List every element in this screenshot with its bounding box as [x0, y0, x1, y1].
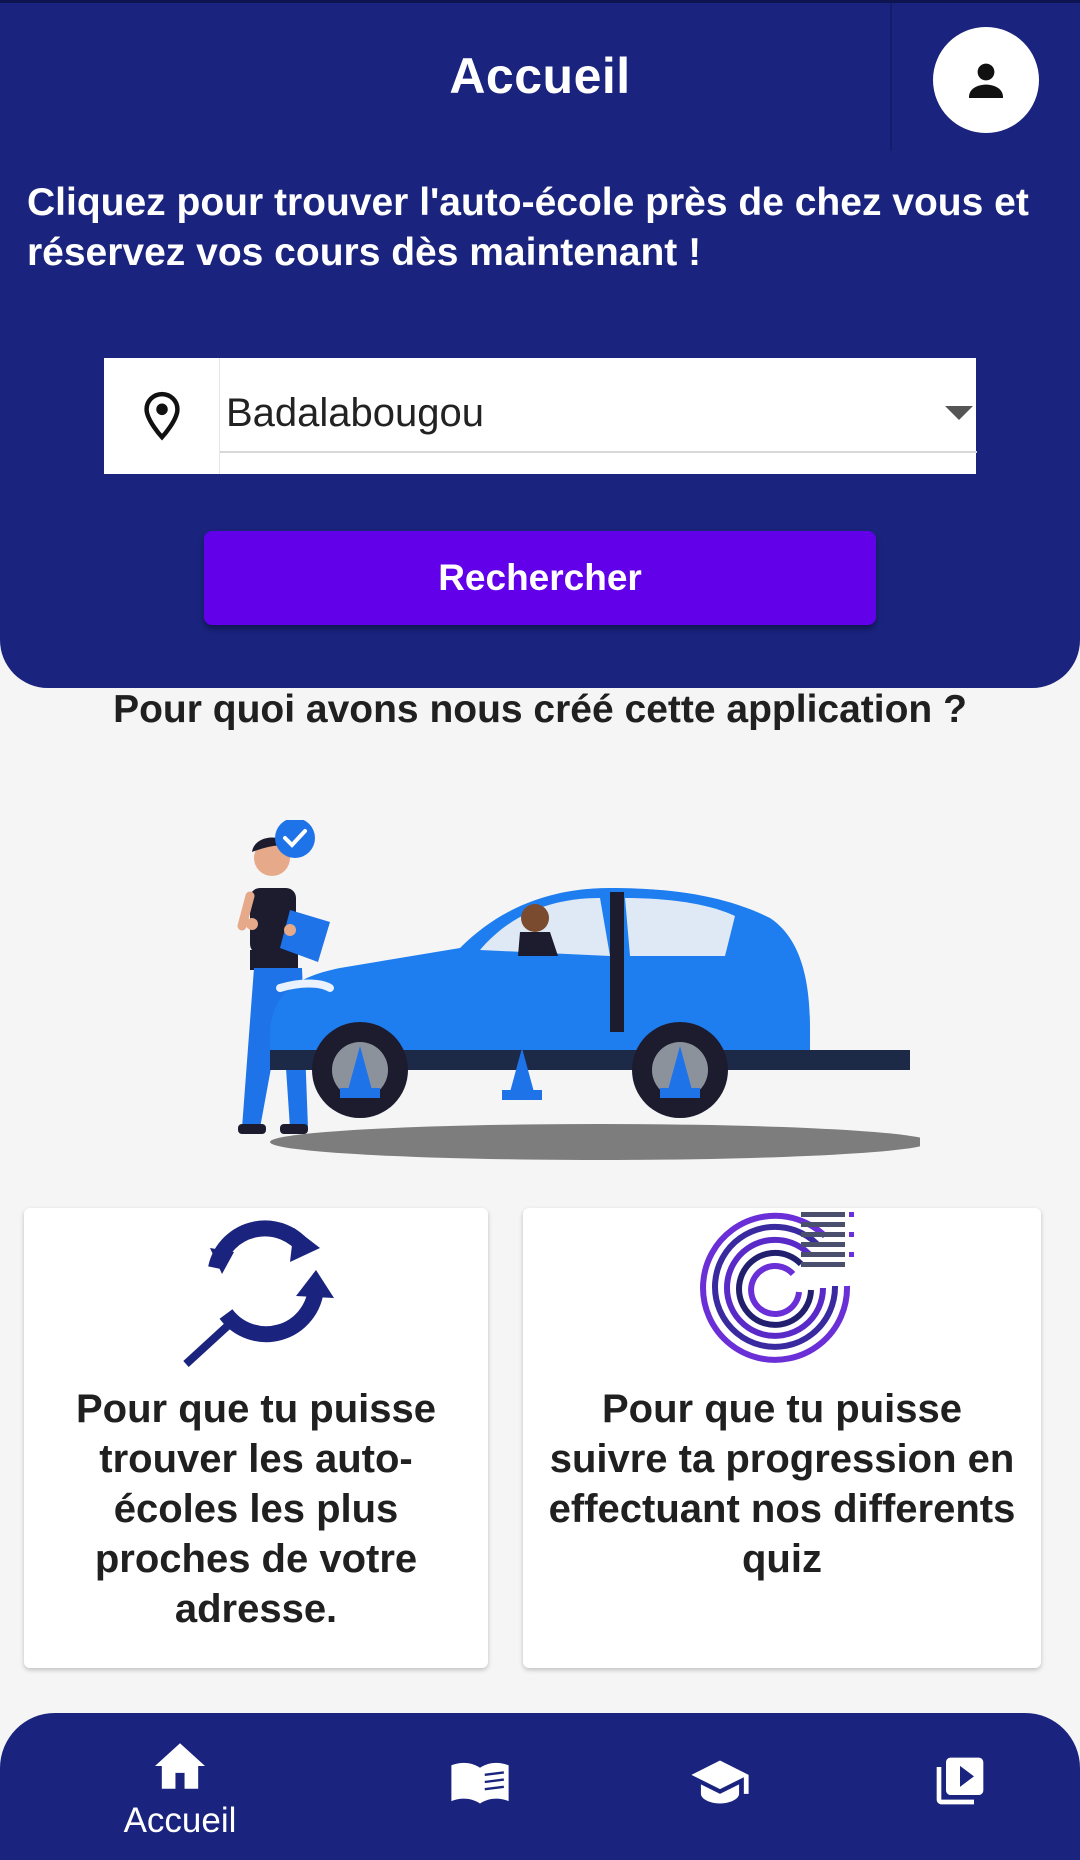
- feature-card-progress: Pour que tu puisse suivre ta progression…: [523, 1208, 1041, 1668]
- card-icon-container: [523, 1208, 1041, 1368]
- profile-button[interactable]: [933, 27, 1039, 133]
- nav-label-home: Accueil: [123, 1801, 237, 1840]
- card-text: Pour que tu puisse trouver les auto-écol…: [75, 1387, 437, 1631]
- feature-card-find-schools: Pour que tu puisse trouver les auto-écol…: [24, 1208, 488, 1668]
- card-text: Pour que tu puisse suivre ta progression…: [548, 1387, 1016, 1581]
- home-icon: [155, 1743, 205, 1789]
- location-selector[interactable]: Badalabougou: [104, 358, 977, 474]
- nav-item-book[interactable]: [380, 1713, 580, 1860]
- car-illustration: [270, 888, 910, 1118]
- graduation-cap-icon: [691, 1760, 749, 1804]
- intro-text: Cliquez pour trouver l'auto-école près d…: [27, 181, 1029, 274]
- nav-item-videos[interactable]: [860, 1713, 1060, 1860]
- dropdown-underline: [220, 451, 977, 453]
- header-divider: [890, 3, 892, 151]
- header: Accueil Cliquez pour trouver l'auto-écol…: [0, 0, 1080, 688]
- progress-rings-icon: [700, 1212, 854, 1363]
- location-pin-icon: [143, 391, 180, 441]
- search-button[interactable]: Rechercher: [204, 531, 876, 625]
- location-dropdown[interactable]: Badalabougou: [219, 358, 977, 474]
- search-refresh-icon: [183, 1220, 334, 1367]
- bottom-navigation: Accueil: [0, 1713, 1080, 1860]
- page-title: Accueil: [449, 48, 631, 104]
- card-icon-container: [24, 1208, 488, 1368]
- dropdown-arrow-icon[interactable]: [945, 406, 973, 420]
- book-icon: [451, 1762, 509, 1804]
- video-library-icon: [936, 1757, 984, 1805]
- nav-item-home[interactable]: Accueil: [80, 1713, 280, 1860]
- nav-item-school[interactable]: [620, 1713, 820, 1860]
- driving-instructor-illustration: [237, 820, 920, 1160]
- person-icon: [969, 63, 1003, 98]
- section-title: Pour quoi avons nous créé cette applicat…: [113, 688, 967, 731]
- location-selected-value: Badalabougou: [226, 391, 485, 435]
- location-pin-cell: [104, 358, 219, 474]
